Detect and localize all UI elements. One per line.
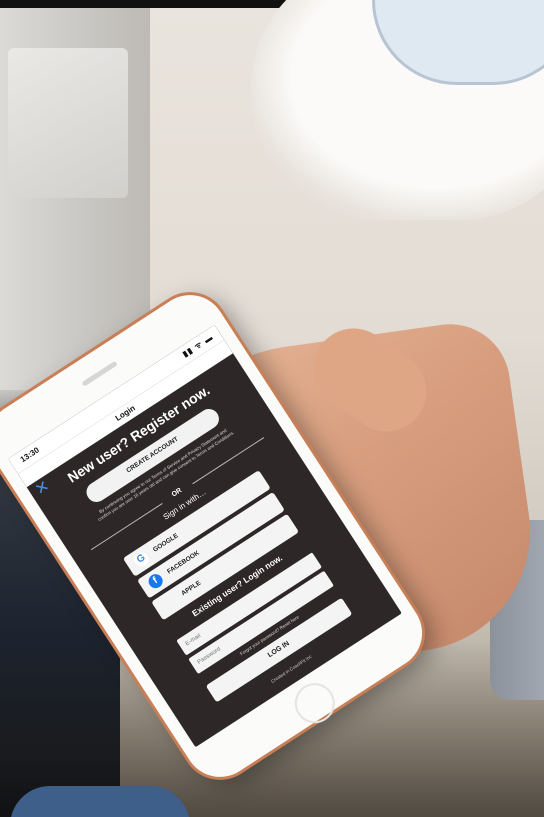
photo-scene: 13:30 ▮▮ ᯤ ▬ Login ✕ New user? Register … <box>0 0 544 817</box>
facebook-icon: f <box>145 571 166 591</box>
seatback-highlight <box>8 48 128 198</box>
google-icon: G <box>131 549 152 570</box>
apple-icon <box>160 593 179 612</box>
jeans <box>10 786 190 817</box>
apple-label: APPLE <box>180 579 203 598</box>
earpiece-speaker <box>81 360 118 387</box>
